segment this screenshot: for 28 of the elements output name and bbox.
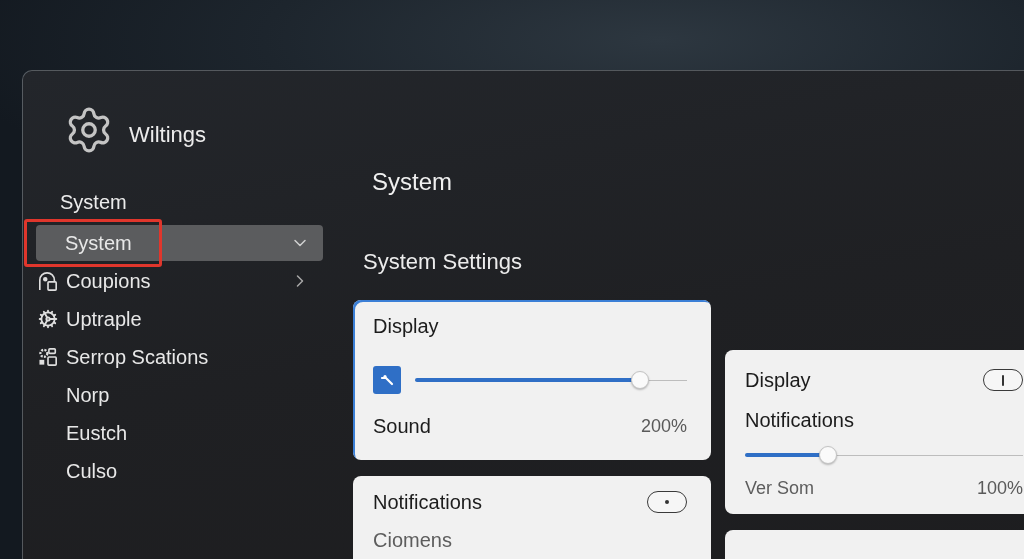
setting-label: Ver Som bbox=[745, 477, 815, 500]
nav-item[interactable]: Culso bbox=[36, 453, 323, 489]
setting-value: 100% bbox=[976, 477, 1023, 500]
gear-icon bbox=[38, 309, 58, 329]
toggle-switch[interactable] bbox=[647, 491, 687, 513]
nav-item[interactable]: Uptraple bbox=[36, 301, 323, 337]
setting-label: Notifications bbox=[373, 490, 482, 514]
nav-item[interactable]: Coupions bbox=[36, 263, 323, 299]
slider-thumb[interactable] bbox=[819, 446, 838, 464]
setting-label: Sound bbox=[373, 414, 431, 438]
nav-item[interactable]: Norp bbox=[36, 377, 323, 413]
arch-icon bbox=[38, 271, 58, 291]
setting-caption: Ciomens bbox=[373, 528, 452, 552]
setting-label: Notifications bbox=[745, 408, 854, 432]
toggle-switch[interactable] bbox=[983, 369, 1023, 391]
section-title: System Settings bbox=[363, 249, 522, 275]
nav-item[interactable]: Eustch bbox=[36, 415, 323, 451]
setting-label: Display bbox=[745, 368, 811, 392]
page-title: System bbox=[372, 168, 452, 196]
shapes-icon bbox=[38, 347, 58, 367]
setting-value: 200% bbox=[640, 415, 687, 438]
nav-item[interactable]: System bbox=[36, 225, 323, 261]
nav-section-header: System bbox=[60, 190, 127, 214]
tool-icon bbox=[373, 366, 401, 394]
nav-item[interactable]: Serrop Scations bbox=[36, 339, 323, 375]
app-title: Wiltings bbox=[129, 121, 206, 148]
slider-thumb[interactable] bbox=[630, 371, 649, 389]
setting-label: Display bbox=[373, 314, 439, 338]
